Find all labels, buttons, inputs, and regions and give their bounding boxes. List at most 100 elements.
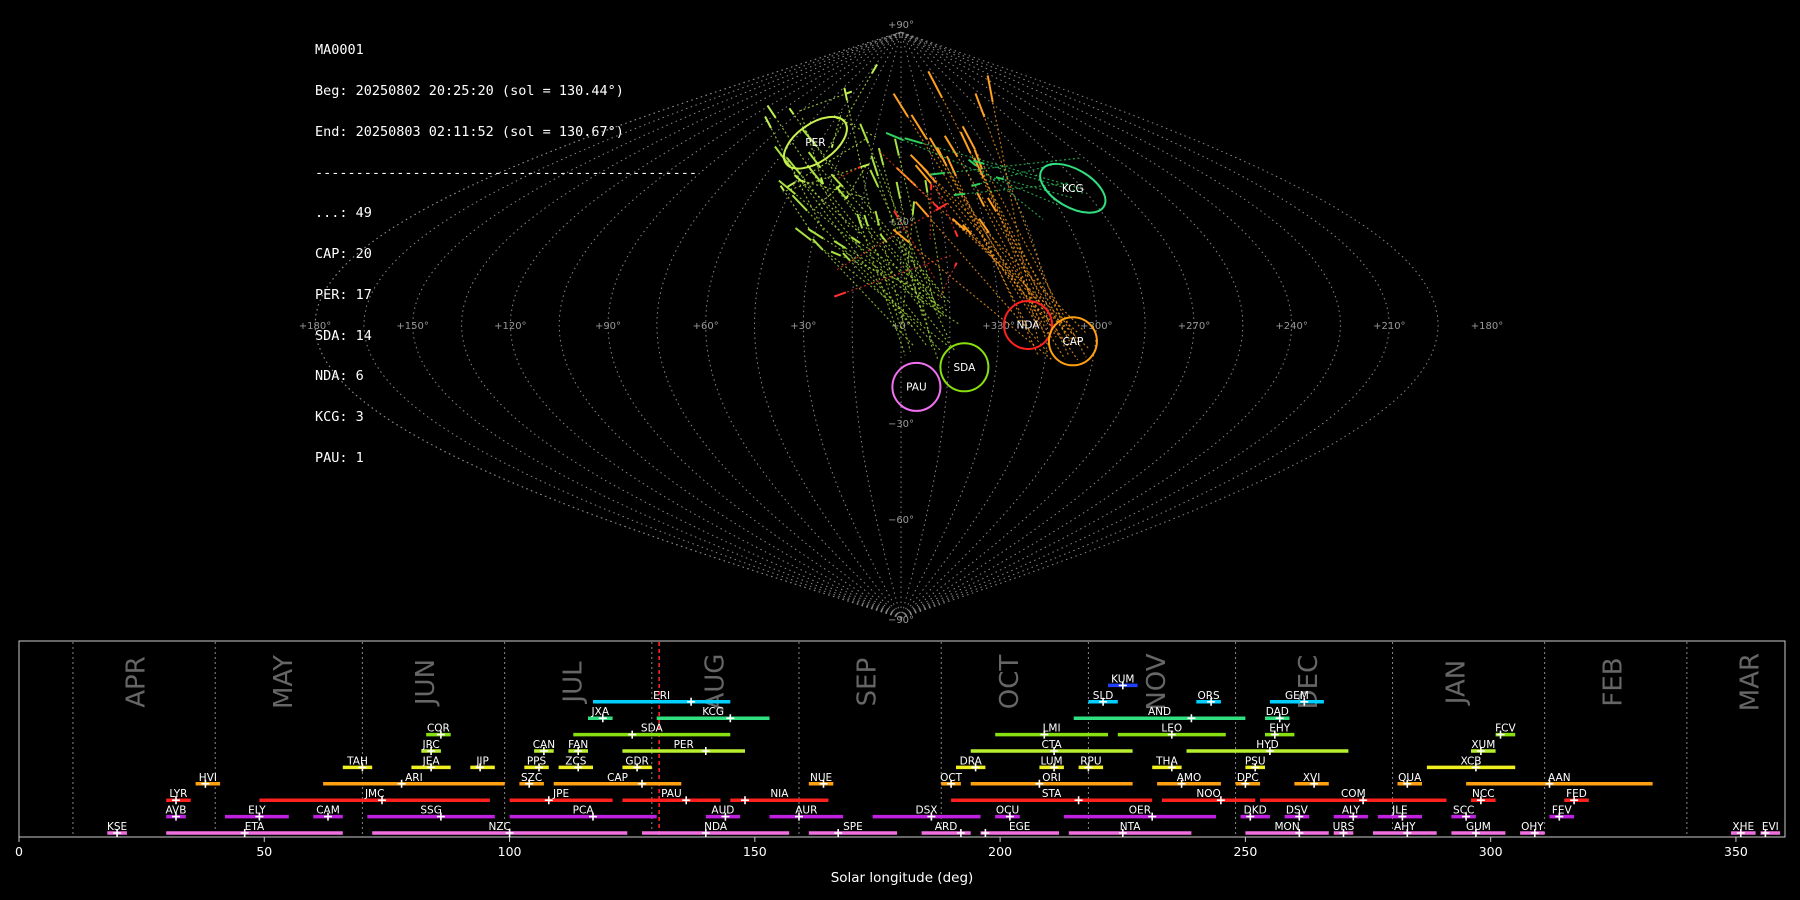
peak-marker bbox=[687, 697, 696, 706]
shower-cam: CAM bbox=[313, 805, 343, 821]
shower-oct: OCT bbox=[940, 772, 963, 788]
shower-label: OCT bbox=[940, 772, 963, 784]
shower-dra: DRA bbox=[956, 755, 986, 772]
shower-label: SDA bbox=[641, 723, 664, 735]
meteor-streak bbox=[877, 147, 885, 166]
shower-xhe: XHE bbox=[1731, 821, 1756, 837]
month-label: APR bbox=[122, 656, 152, 708]
meteor-streak bbox=[911, 201, 916, 215]
longitude-tick-label: +60° bbox=[693, 321, 719, 332]
shower-dkd: DKD bbox=[1240, 805, 1270, 821]
meteor-trail bbox=[845, 165, 867, 200]
meteor-trail bbox=[796, 91, 853, 113]
shower-label: HYD bbox=[1256, 739, 1278, 751]
shower-hvi: HVI bbox=[195, 772, 221, 788]
shower-jmc: JMC bbox=[259, 788, 490, 805]
shower-cor: COR bbox=[426, 723, 451, 739]
shower-tah: TAH bbox=[342, 755, 373, 772]
shower-label: LUM bbox=[1041, 755, 1063, 767]
shower-label: DKD bbox=[1244, 805, 1267, 817]
peak-marker bbox=[701, 747, 710, 755]
shower-lyr: LYR bbox=[166, 788, 191, 805]
meteor-streak bbox=[845, 90, 853, 95]
shower-jrc: JRC bbox=[421, 739, 441, 755]
shower-label: LMI bbox=[1043, 723, 1061, 735]
shower-evi: EVI bbox=[1760, 821, 1781, 837]
peak-marker bbox=[741, 796, 749, 805]
shower-dad: DAD bbox=[1265, 706, 1290, 723]
latitude-tick-label: −60° bbox=[888, 515, 914, 526]
x-tick-label: 300 bbox=[1479, 844, 1503, 859]
shower-lmi: LMI bbox=[995, 723, 1108, 739]
shower-ahy: AHY bbox=[1372, 821, 1437, 837]
shower-label: DSV bbox=[1286, 805, 1309, 817]
meteor-trail bbox=[825, 64, 878, 154]
shower-label: JRC bbox=[421, 739, 439, 751]
shower-label: PPS bbox=[527, 755, 547, 767]
longitude-tick-label: +270° bbox=[1178, 321, 1210, 332]
meteor-trail bbox=[974, 93, 1065, 329]
shower-sda: SDA bbox=[573, 723, 731, 739]
meridian-line bbox=[412, 31, 902, 619]
shower-nue: NUE bbox=[808, 772, 834, 788]
shower-ard: ARD bbox=[921, 821, 971, 837]
shower-ssg: SSG bbox=[367, 805, 495, 821]
meteor-streak bbox=[971, 182, 981, 187]
shower-ncc: NCC bbox=[1471, 788, 1496, 805]
shower-sld: SLD bbox=[1088, 690, 1118, 706]
shower-label: XVI bbox=[1303, 772, 1320, 784]
shower-rpu: RPU bbox=[1078, 755, 1104, 772]
meteor-trail bbox=[892, 229, 1052, 360]
shower-label: URS bbox=[1333, 821, 1355, 833]
shower-psu: PSU bbox=[1245, 755, 1266, 772]
meteor-trail bbox=[813, 184, 841, 211]
shower-sta: STA bbox=[951, 788, 1153, 805]
meteor-streak bbox=[779, 185, 785, 192]
shower-label: NZC bbox=[489, 821, 511, 833]
shower-label: ALY bbox=[1342, 805, 1361, 817]
shower-nda: NDA bbox=[642, 821, 790, 837]
meteor-trail bbox=[879, 233, 945, 314]
meteor-trail bbox=[834, 255, 951, 298]
longitude-tick-label: +30° bbox=[790, 321, 816, 332]
shower-label: QUA bbox=[1398, 772, 1422, 784]
shower-label: STA bbox=[1042, 788, 1062, 800]
shower-label: XHE bbox=[1732, 821, 1754, 833]
radiant-label: CAP bbox=[1062, 336, 1083, 348]
meteor-trail bbox=[929, 137, 1046, 334]
shower-label: FEV bbox=[1552, 805, 1573, 817]
shower-fev: FEV bbox=[1549, 805, 1575, 821]
radiant-label: NDA bbox=[1017, 320, 1041, 332]
shower-label: AAN bbox=[1548, 772, 1571, 784]
x-axis-label: Solar longitude (deg) bbox=[831, 870, 974, 886]
shower-label: PAU bbox=[661, 788, 682, 800]
meteor-trail bbox=[807, 164, 956, 352]
meteor-streak bbox=[874, 210, 880, 226]
shower-pca: PCA bbox=[509, 805, 657, 821]
shower-per: PER bbox=[622, 739, 745, 755]
shower-label: LYR bbox=[169, 788, 187, 800]
shower-mon: MON bbox=[1245, 821, 1329, 837]
shower-label: CAM bbox=[316, 805, 340, 817]
shower-leo: LEO bbox=[1117, 723, 1226, 739]
shower-qua: QUA bbox=[1397, 772, 1422, 788]
sky-grid bbox=[314, 31, 1439, 619]
shower-xum: XUM bbox=[1471, 739, 1496, 755]
shower-label: ARI bbox=[405, 772, 423, 784]
month-label: JUN bbox=[411, 659, 441, 707]
meteor-streak bbox=[974, 93, 986, 118]
shower-avb: AVB bbox=[166, 805, 186, 821]
shower-fcv: FCV bbox=[1495, 723, 1516, 739]
shower-label: GDR bbox=[625, 755, 649, 767]
x-tick-label: 100 bbox=[498, 844, 522, 859]
shower-cta: CTA bbox=[970, 739, 1133, 755]
shower-eta: ETA bbox=[166, 821, 343, 837]
shower-can: CAN bbox=[533, 739, 555, 755]
peak-marker bbox=[628, 730, 637, 739]
meteor-trail bbox=[778, 180, 945, 317]
meteor-streak bbox=[830, 173, 844, 188]
shower-label: FAN bbox=[568, 739, 588, 751]
shower-jxa: JXA bbox=[588, 706, 613, 723]
peak-marker bbox=[1187, 714, 1196, 723]
shower-aur: AUR bbox=[769, 805, 844, 821]
